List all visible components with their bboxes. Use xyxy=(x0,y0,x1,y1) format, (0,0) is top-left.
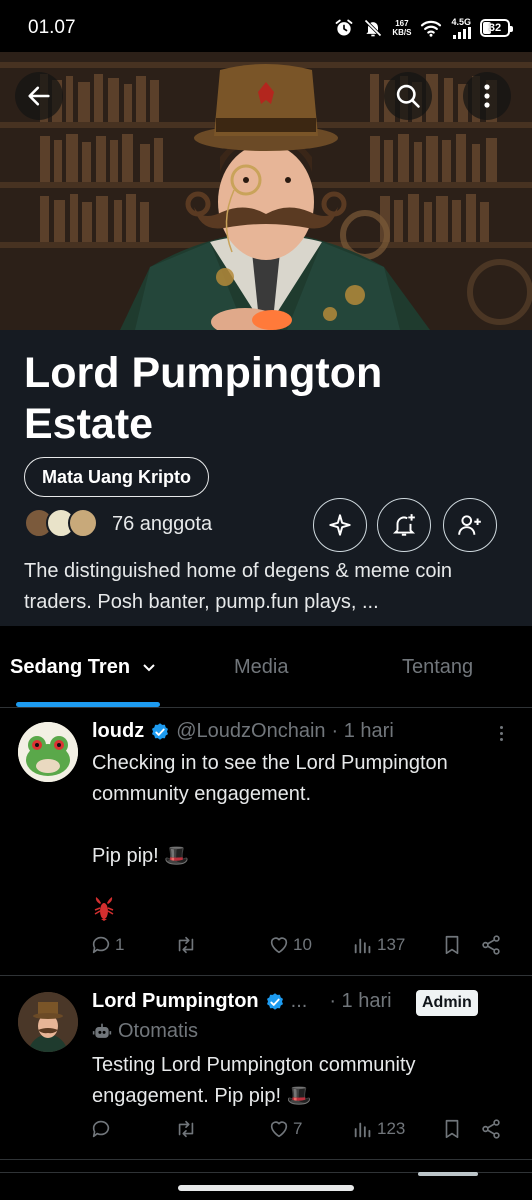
status-time: 01.07 xyxy=(28,17,76,38)
author-handle[interactable]: ... xyxy=(291,990,308,1013)
like-icon xyxy=(270,937,288,954)
sparkle-icon xyxy=(329,514,351,536)
views-button[interactable]: 137 xyxy=(352,934,405,956)
community-tabs: Sedang Tren Media Tentang xyxy=(0,626,532,708)
community-header-image xyxy=(0,52,532,330)
person-plus-icon xyxy=(458,515,481,535)
author-name[interactable]: loudz xyxy=(92,720,144,743)
mute-bell-icon xyxy=(363,18,383,38)
feed-continuation xyxy=(0,1160,532,1200)
wifi-icon xyxy=(420,19,442,37)
post[interactable]: Lord Pumpington ... · 1 hari Admin Otoma… xyxy=(0,976,532,1160)
member-avatar xyxy=(68,508,98,538)
admin-badge: Admin xyxy=(416,990,478,1016)
alarm-icon xyxy=(334,18,354,38)
view-count: 123 xyxy=(377,1119,406,1138)
avatar[interactable] xyxy=(18,722,78,782)
share-icon xyxy=(482,1119,500,1139)
network-speed: 167 KB/S xyxy=(392,19,411,37)
status-icons: 167 KB/S 4.5G 32 xyxy=(334,14,513,42)
post-text[interactable]: Checking in to see the Lord Pumpington c… xyxy=(92,748,512,872)
net-speed-value: 167 xyxy=(395,19,409,28)
views-icon xyxy=(354,1122,371,1138)
member-avatars[interactable] xyxy=(24,508,104,540)
view-count: 137 xyxy=(377,935,406,954)
search-button[interactable] xyxy=(384,72,432,120)
gentleman-avatar-image xyxy=(18,992,78,1052)
community-title: Lord Pumpington Estate xyxy=(24,349,383,448)
author-handle[interactable]: @LoudzOnchain xyxy=(176,720,325,743)
community-info: Lord Pumpington Estate Mata Uang Kripto … xyxy=(0,330,532,626)
tab-about[interactable]: Tentang xyxy=(402,656,473,679)
reply-icon xyxy=(92,936,110,954)
views-button[interactable]: 123 xyxy=(352,1118,405,1140)
post-more-icon[interactable] xyxy=(500,726,504,741)
like-button[interactable]: 7 xyxy=(268,1118,302,1140)
gentleman-portrait-illustration xyxy=(0,52,532,330)
reply-button[interactable] xyxy=(90,1118,115,1140)
bell-plus-icon xyxy=(392,514,416,536)
bookmark-button[interactable] xyxy=(442,1118,462,1140)
active-tab-indicator xyxy=(16,702,160,707)
avatar[interactable] xyxy=(18,992,78,1052)
community-description[interactable]: The distinguished home of degens & meme … xyxy=(24,556,516,618)
battery-icon: 32 xyxy=(480,19,513,37)
search-icon xyxy=(396,84,420,108)
views-icon xyxy=(354,938,371,954)
scroll-indicator xyxy=(418,1172,478,1176)
reply-button[interactable]: 1 xyxy=(90,934,124,956)
like-icon xyxy=(270,1121,288,1138)
community-summary-button[interactable] xyxy=(313,498,367,552)
verified-icon xyxy=(265,992,285,1012)
status-bar: 01.07 167 KB/S 4.5G 32 xyxy=(0,0,532,52)
frog-avatar-image xyxy=(18,722,78,782)
share-icon xyxy=(482,935,500,955)
post-header: Lord Pumpington ... · 1 hari xyxy=(92,990,392,1013)
bookmark-icon xyxy=(445,935,459,955)
like-count: 10 xyxy=(293,935,312,954)
like-count: 7 xyxy=(293,1119,303,1138)
member-count[interactable]: 76 anggota xyxy=(112,513,212,536)
bookmark-icon xyxy=(445,1119,459,1139)
network-type: 4.5G xyxy=(451,16,471,27)
robot-icon xyxy=(92,1023,112,1038)
like-button[interactable]: 10 xyxy=(268,934,312,956)
post-header: loudz @LoudzOnchain · 1 hari xyxy=(92,720,394,743)
share-button[interactable] xyxy=(480,1118,502,1140)
repost-icon xyxy=(178,1120,194,1138)
back-arrow-icon xyxy=(28,86,50,106)
chevron-down-icon xyxy=(142,664,155,672)
post-actions: 7 123 xyxy=(90,1118,510,1148)
tab-trending-label: Sedang Tren xyxy=(10,656,131,678)
repost-icon xyxy=(178,936,194,954)
lobster-emoji xyxy=(92,896,116,927)
tab-media[interactable]: Media xyxy=(234,656,288,679)
home-indicator[interactable] xyxy=(178,1185,354,1191)
post[interactable]: loudz @LoudzOnchain · 1 hari Checking in… xyxy=(0,708,532,976)
reply-count: 1 xyxy=(115,935,125,954)
topic-pill[interactable]: Mata Uang Kripto xyxy=(24,457,210,497)
share-button[interactable] xyxy=(480,934,502,956)
post-actions: 1 10 137 xyxy=(90,934,510,964)
post-time[interactable]: · 1 hari xyxy=(332,720,394,743)
repost-button[interactable] xyxy=(174,1118,201,1140)
verified-icon xyxy=(150,722,170,742)
battery-level: 32 xyxy=(488,22,502,34)
tab-trending[interactable]: Sedang Tren xyxy=(10,656,156,679)
more-options-button[interactable] xyxy=(463,72,511,120)
back-button[interactable] xyxy=(15,72,63,120)
bookmark-button[interactable] xyxy=(442,934,462,956)
post-text[interactable]: Testing Lord Pumpington community engage… xyxy=(92,1050,512,1112)
invite-member-button[interactable] xyxy=(443,498,497,552)
automated-label-text: Otomatis xyxy=(118,1020,199,1042)
notifications-button[interactable] xyxy=(377,498,431,552)
reply-icon xyxy=(92,1120,110,1138)
author-name[interactable]: Lord Pumpington xyxy=(92,990,259,1013)
automated-label: Otomatis xyxy=(92,1020,198,1043)
more-vertical-icon xyxy=(484,84,490,108)
post-time[interactable]: · 1 hari xyxy=(329,990,391,1013)
net-speed-unit: KB/S xyxy=(392,28,412,37)
repost-button[interactable] xyxy=(174,934,201,956)
cell-signal-icon: 4.5G xyxy=(451,16,471,39)
